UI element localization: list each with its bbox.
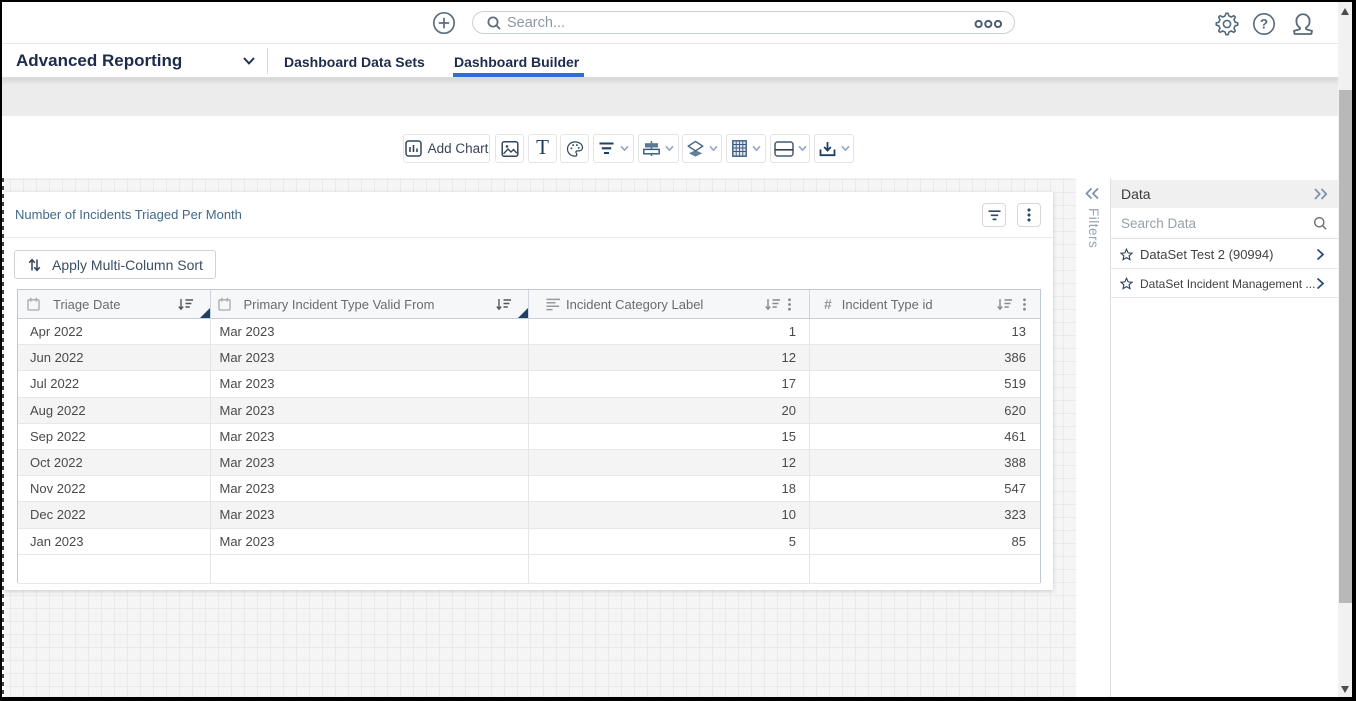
svg-text:?: ? bbox=[1260, 17, 1268, 32]
